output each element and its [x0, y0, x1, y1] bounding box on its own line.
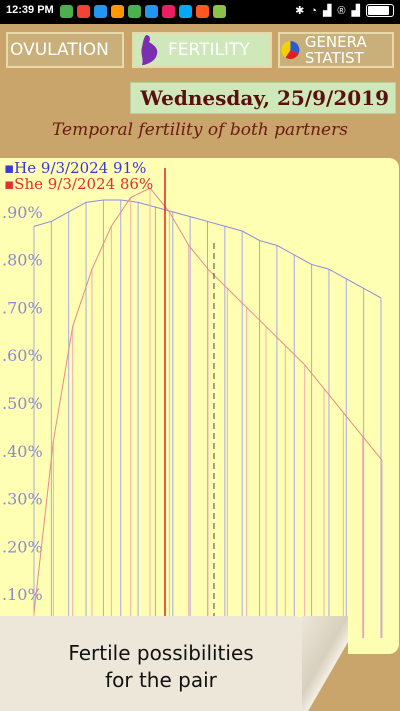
y-tick-label: .20% [2, 537, 43, 556]
notification-icon [196, 5, 209, 18]
fertility-chart[interactable]: .90%.80%.70%.60%.50%.40%.30%.20%.10%032 [0, 158, 399, 654]
footer-tooltip-card: Fertile possibilities for the pair [0, 616, 348, 711]
legend-he: ▪He 9/3/2024 91% [4, 160, 153, 176]
legend-she: ▪She 9/3/2024 86% [4, 176, 153, 192]
chart-legend: ▪He 9/3/2024 91% ▪She 9/3/2024 86% [4, 160, 153, 192]
tab-general-statistics[interactable]: GENERA STATIST [278, 32, 394, 68]
notification-icon [77, 5, 90, 18]
date-header-box: Wednesday, 25/9/2019 [130, 82, 396, 114]
notification-icon [111, 5, 124, 18]
notification-icon [179, 5, 192, 18]
notification-icon [145, 5, 158, 18]
notification-icons [60, 5, 226, 18]
date-header: Wednesday, 25/9/2019 [140, 86, 389, 110]
tab-fertility[interactable]: FERTILITY [132, 32, 272, 68]
y-tick-label: .70% [2, 298, 43, 317]
wifi-icon: ◔ [310, 4, 317, 17]
notification-icon [162, 5, 175, 18]
tab-ovulation-label: OVULATION [10, 40, 109, 60]
y-tick-label: .90% [2, 203, 43, 222]
y-tick-label: .40% [2, 442, 43, 461]
footer-line-1: Fertile possibilities [68, 641, 254, 665]
tab-ovulation[interactable]: OVULATION [6, 32, 124, 68]
y-tick-label: .30% [2, 490, 43, 509]
footer-line-2: for the pair [105, 668, 217, 692]
signal-icon-2: ▟ [351, 5, 360, 17]
notification-icon [60, 5, 73, 18]
legend-she-marker: ▪ [4, 175, 15, 193]
pregnant-figure-icon [141, 35, 158, 65]
tab-bar: OVULATION FERTILITY GENERA STATIST [0, 24, 400, 74]
footer-card-text: Fertile possibilities for the pair [0, 640, 322, 694]
data-icon: ® [337, 4, 346, 17]
notification-icon [128, 5, 141, 18]
signal-icon: ▟ [322, 5, 332, 17]
pie-chart-icon [281, 40, 300, 60]
y-tick-label: .50% [2, 394, 43, 413]
notification-icon [94, 5, 107, 18]
legend-she-label: She 9/3/2024 86% [14, 175, 154, 193]
chart-subtitle: Temporal fertility of both partners [52, 120, 348, 140]
bluetooth-icon: ✱ [295, 5, 305, 17]
tab-fertility-label: FERTILITY [168, 40, 250, 60]
status-time: 12:39 PM [6, 4, 54, 16]
y-tick-label: .80% [2, 251, 43, 270]
status-bar: 12:39 PM ✱ ◔ ▟ ® ▟ [0, 0, 400, 24]
status-right-icons: ✱ ◔ ▟ ® ▟ [295, 4, 394, 17]
y-tick-label: .60% [2, 346, 43, 365]
chart-panel[interactable]: .90%.80%.70%.60%.50%.40%.30%.20%.10%032 … [0, 158, 399, 654]
notification-icon [213, 5, 226, 18]
battery-icon [366, 4, 394, 17]
tab-general-statistics-label: GENERA STATIST [304, 33, 367, 67]
